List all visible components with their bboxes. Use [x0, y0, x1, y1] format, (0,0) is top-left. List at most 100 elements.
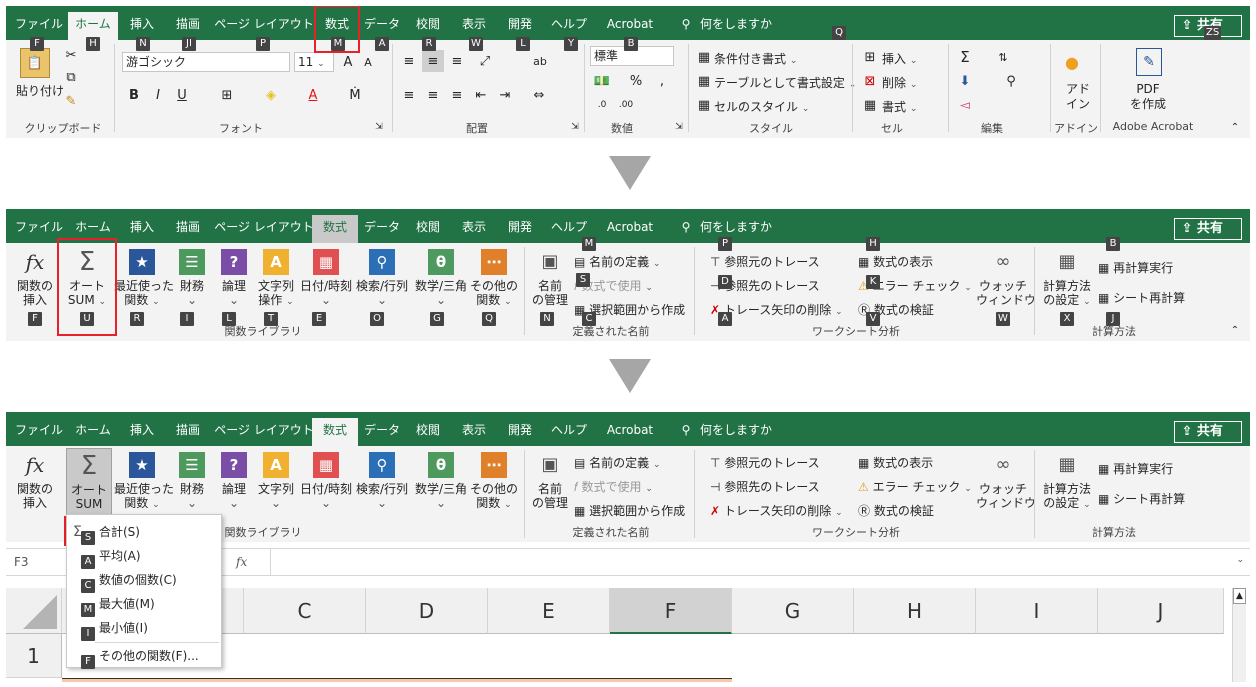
- calculation-options-button[interactable]: ▦ 計算方法 の設定 ⌄: [1040, 245, 1094, 321]
- trace-precedents-button[interactable]: ⊤ 参照元のトレース: [710, 253, 820, 270]
- tell-me-search[interactable]: 何をしますか: [700, 12, 772, 40]
- tab-home[interactable]: ホーム: [68, 418, 118, 446]
- share-button[interactable]: ⇪ 共有 ⌄: [1174, 218, 1242, 240]
- trace-dependents-button[interactable]: ⊣ 参照先のトレース: [710, 478, 820, 495]
- table-header-cells[interactable]: [62, 678, 732, 682]
- wrap-text-icon[interactable]: ab: [530, 50, 550, 72]
- align-bottom-icon[interactable]: ≡: [448, 52, 466, 70]
- calculate-sheet-button[interactable]: ▦ シート再計算: [1098, 289, 1185, 306]
- tab-review[interactable]: 校閲: [408, 12, 448, 40]
- logical-button[interactable]: ? 論理 ⌄: [214, 245, 254, 321]
- paste-button[interactable]: 貼り付け: [16, 82, 64, 99]
- conditional-format-button[interactable]: 条件付き書式 ⌄: [714, 50, 797, 67]
- column-header-f[interactable]: F: [610, 588, 732, 634]
- tab-data[interactable]: データ: [362, 418, 402, 446]
- autosum-button[interactable]: Σ オート SUM: [66, 448, 112, 524]
- recently-used-button[interactable]: ★ 最近使った 関数 ⌄: [114, 448, 174, 524]
- tab-insert[interactable]: 挿入: [122, 12, 162, 40]
- tab-file[interactable]: ファイル: [14, 12, 64, 40]
- find-select-icon[interactable]: ⚲: [1002, 72, 1020, 90]
- name-manager-button[interactable]: ▣ 名前 の管理: [528, 448, 572, 524]
- font-color-icon[interactable]: A: [304, 86, 322, 104]
- trace-precedents-button[interactable]: ⊤ 参照元のトレース: [710, 454, 820, 471]
- tab-view[interactable]: 表示: [454, 215, 494, 243]
- font-size-combo[interactable]: 11 ⌄: [294, 52, 334, 72]
- tab-formulas[interactable]: 数式: [312, 418, 358, 446]
- percent-icon[interactable]: %: [628, 72, 644, 90]
- decrease-indent-icon[interactable]: ⇤: [472, 86, 490, 104]
- pdf-create-icon[interactable]: ✎: [1136, 48, 1162, 76]
- tab-page-layout[interactable]: ページ レイアウト: [214, 12, 314, 40]
- format-cells-button[interactable]: 書式 ⌄: [882, 98, 917, 115]
- cut-icon[interactable]: ✂: [62, 46, 80, 64]
- logical-button[interactable]: ? 論理 ⌄: [214, 448, 254, 524]
- tab-formulas[interactable]: 数式: [312, 215, 358, 243]
- share-button[interactable]: ⇪ 共有 ⌄: [1174, 421, 1242, 443]
- tab-draw[interactable]: 描画: [168, 12, 208, 40]
- decrease-decimal-icon[interactable]: .00: [616, 96, 636, 114]
- select-all-corner[interactable]: [6, 588, 62, 634]
- lookup-reference-button[interactable]: ⚲ 検索/行列 ⌄: [354, 245, 410, 321]
- addins-button[interactable]: アド イン: [1066, 82, 1090, 112]
- watch-window-button[interactable]: ∞ ウォッチ ウィンドウ: [976, 245, 1036, 321]
- delete-cells-button[interactable]: 削除 ⌄: [882, 74, 917, 91]
- date-time-button[interactable]: ▦ 日付/時刻 ⌄: [298, 245, 354, 321]
- dialog-launcher-icon[interactable]: ⇲: [568, 120, 582, 134]
- watch-window-button[interactable]: ∞ ウォッチ ウィンドウ: [976, 448, 1036, 524]
- recently-used-button[interactable]: ★ 最近使った 関数 ⌄: [114, 245, 174, 321]
- formula-input[interactable]: [274, 552, 1224, 572]
- sort-filter-icon[interactable]: ⇅: [992, 48, 1014, 66]
- dialog-launcher-icon[interactable]: ⇲: [372, 120, 386, 134]
- row-header-1[interactable]: 1: [6, 634, 62, 678]
- tab-insert[interactable]: 挿入: [122, 215, 162, 243]
- tab-acrobat[interactable]: Acrobat: [600, 12, 660, 40]
- borders-icon[interactable]: ⊞: [218, 86, 236, 104]
- tab-help[interactable]: ヘルプ: [546, 418, 592, 446]
- show-formulas-button[interactable]: ▦ 数式の表示: [858, 253, 933, 270]
- paste-icon[interactable]: 📋: [20, 48, 50, 78]
- align-right-icon[interactable]: ≡: [448, 86, 466, 104]
- tab-view[interactable]: 表示: [454, 418, 494, 446]
- tab-acrobat[interactable]: Acrobat: [600, 418, 660, 446]
- tell-me-search[interactable]: 何をしますか: [700, 418, 772, 446]
- cell-styles-button[interactable]: セルのスタイル ⌄: [714, 98, 809, 115]
- copy-icon[interactable]: ⧉: [62, 68, 80, 86]
- remove-arrows-button[interactable]: ✗ トレース矢印の削除 ⌄: [710, 502, 843, 519]
- grow-font-icon[interactable]: A: [340, 52, 356, 72]
- calculate-sheet-button[interactable]: ▦ シート再計算: [1098, 490, 1185, 507]
- vertical-scrollbar[interactable]: ▲: [1232, 588, 1246, 682]
- tab-insert[interactable]: 挿入: [122, 418, 162, 446]
- column-header-g[interactable]: G: [732, 588, 854, 634]
- tab-page-layout[interactable]: ページ レイアウト: [214, 418, 314, 446]
- fill-color-icon[interactable]: ◈: [262, 86, 280, 104]
- orientation-icon[interactable]: ⤢: [474, 52, 496, 70]
- more-functions-button[interactable]: ⋯ その他の 関数 ⌄: [470, 448, 518, 524]
- align-left-icon[interactable]: ≡: [400, 86, 418, 104]
- calculation-options-button[interactable]: ▦ 計算方法 の設定 ⌄: [1040, 448, 1094, 524]
- insert-function-button[interactable]: fx 関数の 挿入: [12, 448, 58, 524]
- tab-help[interactable]: ヘルプ: [546, 12, 592, 40]
- collapse-ribbon-icon[interactable]: ⌃: [1228, 120, 1242, 134]
- insert-function-button[interactable]: fx 関数の 挿入: [12, 245, 58, 321]
- column-header-i[interactable]: I: [976, 588, 1098, 634]
- column-header-h[interactable]: H: [854, 588, 976, 634]
- math-trig-button[interactable]: θ 数学/三角 ⌄: [412, 448, 470, 524]
- tab-data[interactable]: データ: [362, 12, 402, 40]
- format-as-table-button[interactable]: テーブルとして書式設定 ⌄: [714, 74, 856, 91]
- shrink-font-icon[interactable]: A: [360, 52, 376, 72]
- date-time-button[interactable]: ▦ 日付/時刻 ⌄: [298, 448, 354, 524]
- dialog-launcher-icon[interactable]: ⇲: [672, 120, 686, 134]
- calculate-now-button[interactable]: ▦ 再計算実行: [1098, 259, 1173, 276]
- tab-page-layout[interactable]: ページ レイアウト: [214, 215, 314, 243]
- error-checking-button[interactable]: ⚠ エラー チェック ⌄: [858, 478, 972, 495]
- define-name-button[interactable]: ▤ 名前の定義 ⌄: [574, 253, 661, 270]
- addins-icon[interactable]: ●: [1064, 53, 1080, 72]
- expand-formula-bar-icon[interactable]: ⌄: [1236, 555, 1244, 565]
- tab-file[interactable]: ファイル: [14, 418, 64, 446]
- show-formulas-button[interactable]: ▦ 数式の表示: [858, 454, 933, 471]
- tab-draw[interactable]: 描画: [168, 418, 208, 446]
- clear-icon[interactable]: ◅: [956, 96, 974, 114]
- collapse-ribbon-icon[interactable]: ⌃: [1228, 323, 1242, 337]
- tab-developer[interactable]: 開発: [500, 12, 540, 40]
- bold-icon[interactable]: B: [126, 86, 142, 104]
